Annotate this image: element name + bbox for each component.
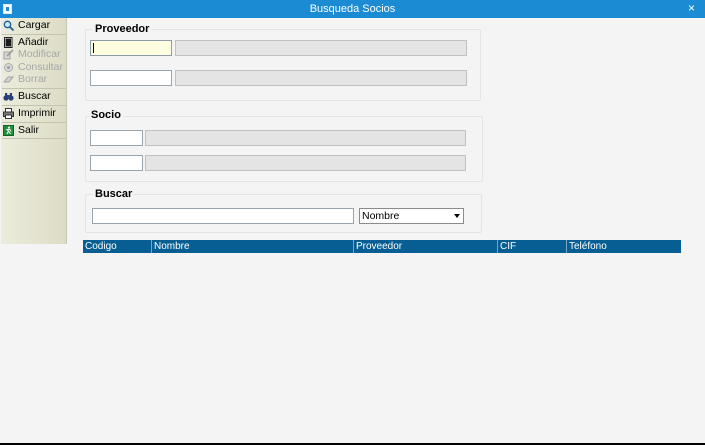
close-button[interactable]: × bbox=[688, 1, 695, 15]
column-header-cif[interactable]: CIF bbox=[497, 240, 566, 253]
socio-title: Socio bbox=[89, 109, 123, 121]
cargar-button[interactable]: Cargar bbox=[3, 18, 50, 32]
buscar-button[interactable]: Buscar bbox=[3, 89, 51, 103]
eraser-icon bbox=[3, 74, 14, 85]
chevron-down-icon bbox=[454, 214, 460, 218]
view-icon bbox=[3, 62, 14, 73]
proveedor-name-field-1 bbox=[175, 40, 467, 56]
buscar-label: Buscar bbox=[18, 90, 51, 102]
imprimir-button[interactable]: Imprimir bbox=[3, 106, 56, 120]
column-header-telefono[interactable]: Teléfono bbox=[566, 240, 681, 253]
cargar-label: Cargar bbox=[18, 19, 51, 31]
proveedor-code-field-1[interactable] bbox=[90, 40, 172, 56]
binoculars-icon bbox=[3, 91, 14, 102]
imprimir-label: Imprimir bbox=[18, 107, 56, 119]
proveedor-title: Proveedor bbox=[93, 23, 152, 35]
salir-button[interactable]: Salir bbox=[3, 123, 39, 137]
socio-group bbox=[85, 116, 483, 182]
socio-name-field-2 bbox=[145, 155, 466, 171]
side-toolbar: Cargar Añadir Modificar Consultar Borrar… bbox=[1, 18, 67, 244]
text-caret bbox=[93, 43, 94, 53]
column-header-proveedor[interactable]: Proveedor bbox=[353, 240, 497, 253]
socio-code-field-1[interactable] bbox=[90, 130, 143, 146]
new-document-icon bbox=[3, 36, 14, 48]
salir-label: Salir bbox=[18, 124, 40, 136]
toolbar-separator bbox=[2, 138, 66, 139]
search-input[interactable] bbox=[92, 208, 354, 224]
column-header-codigo[interactable]: Codigo bbox=[83, 240, 151, 253]
modificar-label: Modificar bbox=[18, 48, 61, 60]
printer-icon bbox=[3, 107, 14, 119]
search-field-selected: Nombre bbox=[362, 210, 400, 222]
modificar-button[interactable]: Modificar bbox=[3, 47, 61, 61]
borrar-label: Borrar bbox=[18, 73, 48, 85]
socio-code-field-2[interactable] bbox=[90, 155, 143, 171]
edit-icon bbox=[3, 48, 14, 60]
search-field-select[interactable]: Nombre bbox=[359, 208, 464, 224]
results-grid-header: Codigo Nombre Proveedor CIF Teléfono bbox=[83, 240, 681, 253]
window-title: Busqueda Socios bbox=[309, 3, 396, 15]
title-bar: Busqueda Socios × bbox=[0, 0, 705, 18]
socio-name-field-1 bbox=[145, 130, 466, 146]
proveedor-code-field-2[interactable] bbox=[90, 70, 172, 86]
magnifier-icon bbox=[3, 20, 14, 31]
exit-icon bbox=[3, 124, 14, 136]
proveedor-name-field-2 bbox=[175, 70, 467, 86]
column-header-nombre[interactable]: Nombre bbox=[151, 240, 353, 253]
borrar-button[interactable]: Borrar bbox=[3, 72, 47, 86]
buscar-title: Buscar bbox=[93, 188, 135, 200]
